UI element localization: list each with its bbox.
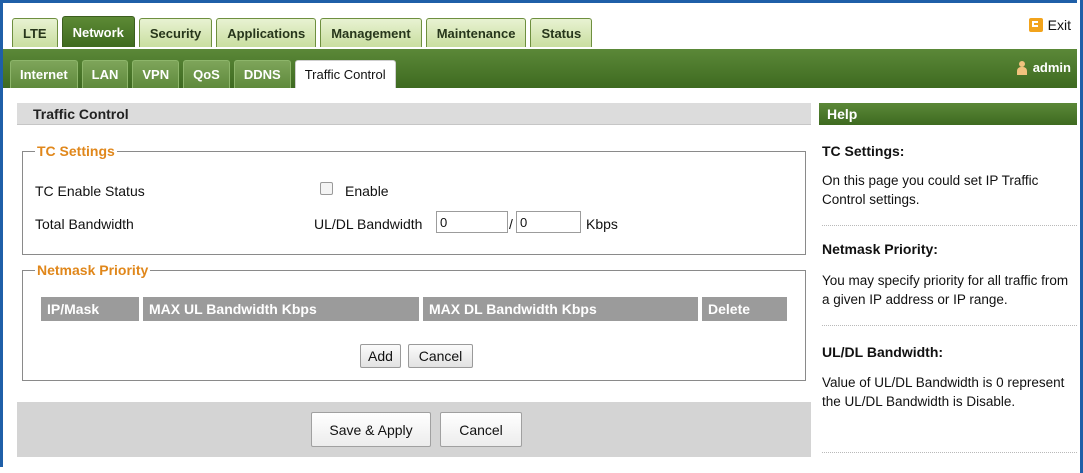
user-menu[interactable]: admin: [1016, 60, 1071, 75]
tc-enable-checkbox[interactable]: [320, 182, 333, 195]
tab-maintenance[interactable]: Maintenance: [425, 18, 527, 47]
netmask-priority-legend: Netmask Priority: [37, 262, 149, 278]
tab-lte[interactable]: LTE: [12, 18, 58, 47]
column-max-ul: MAX UL Bandwidth Kbps: [143, 297, 419, 321]
sub-tab-list: Internet LAN VPN QoS DDNS Traffic Contro…: [10, 60, 396, 88]
help-header: Help: [819, 103, 1077, 125]
help-divider: [822, 452, 1077, 453]
help-uldl-text: Value of UL/DL Bandwidth is 0 represent …: [822, 375, 1065, 409]
subtab-qos[interactable]: QoS: [183, 60, 230, 88]
ul-bandwidth-input[interactable]: [436, 211, 508, 233]
uldl-bandwidth-label: UL/DL Bandwidth: [314, 216, 423, 232]
cancel-button[interactable]: Cancel: [440, 412, 522, 447]
help-uldl-heading: UL/DL Bandwidth:: [822, 344, 944, 360]
tab-applications[interactable]: Applications: [216, 18, 317, 47]
subtab-internet[interactable]: Internet: [10, 60, 78, 88]
top-tab-list: LTE Network Security Applications Manage…: [12, 16, 593, 47]
subtab-traffic-control[interactable]: Traffic Control: [294, 60, 396, 88]
user-label: admin: [1032, 60, 1071, 75]
netmask-cancel-button[interactable]: Cancel: [408, 344, 473, 368]
column-max-dl: MAX DL Bandwidth Kbps: [423, 297, 698, 321]
sub-navigation: Internet LAN VPN QoS DDNS Traffic Contro…: [3, 49, 1077, 88]
subtab-ddns[interactable]: DDNS: [233, 60, 291, 88]
tc-settings-legend: TC Settings: [37, 143, 115, 159]
help-divider: [822, 225, 1077, 226]
user-icon: [1016, 60, 1027, 75]
save-apply-button[interactable]: Save & Apply: [311, 412, 431, 447]
dl-bandwidth-input[interactable]: [516, 211, 581, 233]
help-divider: [822, 325, 1077, 326]
tab-security[interactable]: Security: [138, 18, 213, 47]
tab-network[interactable]: Network: [61, 16, 135, 47]
column-ip-mask: IP/Mask: [41, 297, 139, 321]
tc-settings-group: TC Settings: [22, 143, 806, 255]
exit-icon: [1028, 18, 1043, 32]
tc-enable-checkbox-label: Enable: [345, 183, 389, 199]
column-delete: Delete: [702, 297, 787, 321]
top-navigation: LTE Network Security Applications Manage…: [3, 3, 1077, 49]
bandwidth-unit: Kbps: [586, 216, 618, 232]
exit-button[interactable]: Exit: [1028, 17, 1071, 33]
help-netmask-heading: Netmask Priority:: [822, 241, 938, 257]
subtab-lan[interactable]: LAN: [81, 60, 129, 88]
help-tc-settings-heading: TC Settings:: [822, 143, 905, 159]
total-bandwidth-label: Total Bandwidth: [35, 216, 134, 232]
add-button[interactable]: Add: [360, 344, 401, 368]
netmask-table-header: IP/Mask MAX UL Bandwidth Kbps MAX DL Ban…: [41, 297, 791, 321]
page-title: Traffic Control: [17, 103, 811, 125]
subtab-vpn[interactable]: VPN: [132, 60, 180, 88]
tab-status[interactable]: Status: [530, 18, 593, 47]
help-netmask-text: You may specify priority for all traffic…: [822, 273, 1069, 307]
exit-label: Exit: [1047, 17, 1071, 33]
tab-management[interactable]: Management: [320, 18, 422, 47]
tc-enable-status-label: TC Enable Status: [35, 183, 145, 199]
bandwidth-separator: /: [509, 216, 513, 232]
help-tc-settings-text: On this page you could set IP Traffic Co…: [822, 173, 1039, 207]
